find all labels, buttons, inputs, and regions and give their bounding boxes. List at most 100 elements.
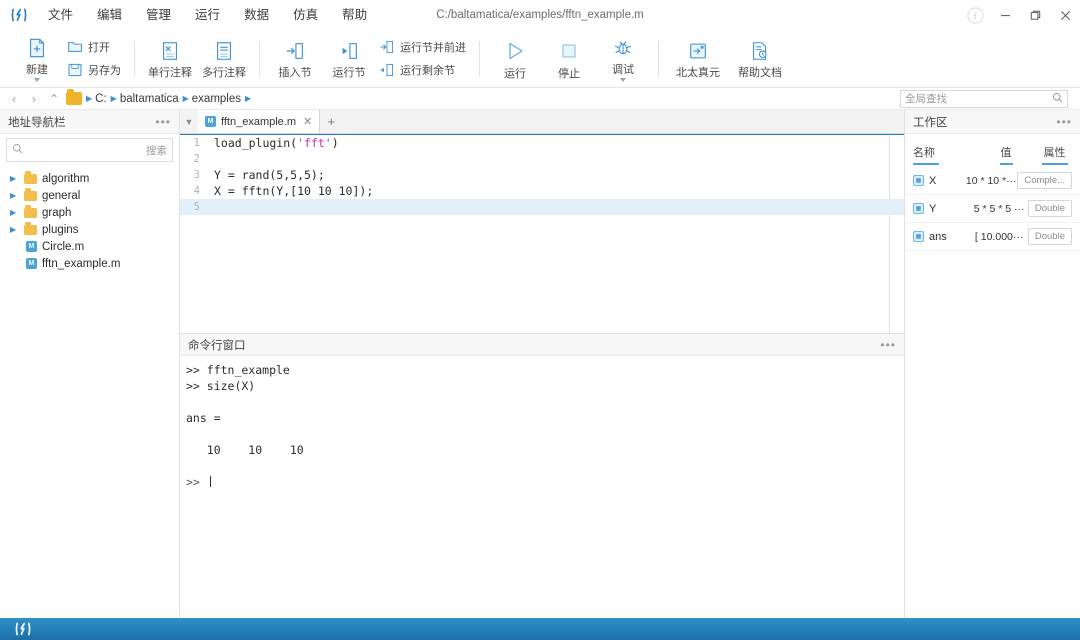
workspace-var-value: 5 * 5 * 5 ··· [970, 203, 1027, 215]
workspace-more-icon[interactable]: ••• [1056, 118, 1072, 126]
m-file-icon: M [26, 258, 37, 269]
tree-item-general[interactable]: ▶ general [0, 187, 179, 204]
up-arrow-icon[interactable]: ⌃ [46, 92, 62, 106]
run-remaining-icon [379, 62, 395, 78]
run-section-button[interactable]: 运行节 [322, 38, 376, 80]
close-icon[interactable]: ✕ [303, 115, 312, 128]
workspace-col-value[interactable]: 值 [975, 144, 1037, 165]
command-line [186, 394, 904, 410]
global-search-placeholder: 全局查找 [905, 91, 1052, 106]
workspace-attr-badge: Double [1028, 200, 1072, 217]
open-button-label: 打开 [88, 39, 110, 55]
insert-section-button[interactable]: 插入节 [268, 38, 322, 80]
breadcrumb-trailing-chevron[interactable]: ▶ [245, 94, 251, 103]
run-remaining-button[interactable]: 运行剩余节 [376, 60, 471, 80]
line-number: 1 [180, 135, 206, 151]
workspace-row[interactable]: ▦ ans [ 10.000··· Double [905, 223, 1080, 251]
open-button[interactable]: 打开 [64, 37, 126, 57]
breadcrumb-segment-examples[interactable]: ▶ examples [183, 93, 241, 105]
baltamatica-button-label: 北太真元 [676, 64, 720, 80]
tree-item-algorithm[interactable]: ▶ algorithm [0, 170, 179, 187]
comment-line-icon [159, 40, 181, 62]
file-tree: ▶ algorithm ▶ general ▶ graph ▶ [0, 164, 179, 272]
column-underline [913, 163, 939, 165]
menu-data[interactable]: 数据 [232, 4, 281, 27]
chevron-right-icon[interactable]: ▶ [10, 174, 19, 183]
code-line-active[interactable]: 5 [180, 199, 904, 215]
run-section-icon [338, 40, 360, 62]
address-bar: ‹ › ⌃ ▶ C: ▶ baltamatica ▶ examples ▶ 全局… [0, 88, 1080, 110]
debug-dropdown-caret-icon[interactable] [620, 78, 626, 82]
column-underline [1042, 163, 1068, 165]
editor-tab-fftn-example[interactable]: M fftn_example.m ✕ [198, 110, 320, 133]
run-button[interactable]: 运行 [488, 37, 542, 81]
new-button-label: 新建 [26, 61, 48, 77]
tree-item-label: fftn_example.m [42, 258, 120, 270]
tab-list-chevron-down-icon[interactable]: ▼ [180, 110, 198, 133]
tree-item-fftn-example-m[interactable]: M fftn_example.m [0, 255, 179, 272]
toolbar-divider [134, 41, 135, 77]
save-as-button[interactable]: 另存为 [64, 60, 126, 80]
stop-button[interactable]: 停止 [542, 37, 596, 81]
command-line [186, 426, 904, 442]
workspace-var-value: [ 10.000··· [970, 231, 1027, 243]
forward-arrow-icon[interactable]: › [26, 92, 42, 106]
back-arrow-icon[interactable]: ‹ [6, 92, 22, 106]
code-line[interactable]: 1 load_plugin('fft') [180, 135, 904, 151]
comment-block-icon [213, 40, 235, 62]
run-section-advance-button[interactable]: 运行节并前进 [376, 37, 471, 57]
tree-item-label: Circle.m [42, 241, 84, 253]
tree-item-graph[interactable]: ▶ graph [0, 204, 179, 221]
debug-button[interactable]: 调试 [596, 35, 650, 82]
tree-item-plugins[interactable]: ▶ plugins [0, 221, 179, 238]
code-editor[interactable]: 1 load_plugin('fft') 2 3 Y = rand(5,5,5)… [180, 134, 904, 333]
close-button[interactable] [1050, 0, 1080, 30]
command-window-output[interactable]: >> fftn_example >> size(X) ans = 10 10 1… [180, 356, 904, 618]
menu-simulate[interactable]: 仿真 [281, 4, 330, 27]
comment-line-button[interactable]: 单行注释 [143, 38, 197, 80]
global-search-input[interactable]: 全局查找 [900, 90, 1068, 108]
menu-manage[interactable]: 管理 [134, 4, 183, 27]
command-line: >> size(X) [186, 378, 904, 394]
menu-file[interactable]: 文件 [36, 4, 85, 27]
file-navigator-more-icon[interactable]: ••• [155, 118, 171, 126]
workspace-col-attr[interactable]: 属性 [1037, 144, 1072, 165]
new-button[interactable]: 新建 [10, 35, 64, 82]
workspace-var-attr-cell: Double [1028, 200, 1072, 217]
code-line[interactable]: 2 [180, 151, 904, 167]
open-folder-icon [67, 39, 83, 55]
baltamatica-button[interactable]: 北太真元 [667, 38, 729, 80]
workspace-col-name-label: 名称 [913, 147, 935, 159]
menu-help[interactable]: 帮助 [330, 4, 379, 27]
file-navigator-title: 地址导航栏 [8, 114, 66, 130]
help-doc-button-label: 帮助文档 [738, 64, 782, 80]
comment-block-button[interactable]: 多行注释 [197, 38, 251, 80]
code-line[interactable]: 3 Y = rand(5,5,5); [180, 167, 904, 183]
command-prompt-active[interactable]: >> [186, 474, 904, 490]
toolbar-divider [259, 41, 260, 77]
tree-item-label: algorithm [42, 173, 89, 185]
comment-block-label: 多行注释 [202, 64, 246, 80]
maximize-button[interactable] [1020, 0, 1050, 30]
workspace-row[interactable]: ▦ X 10 * 10 *··· Comple... [905, 167, 1080, 195]
code-line[interactable]: 4 X = fftn(Y,[10 10 10]); [180, 183, 904, 199]
workspace-row[interactable]: ▦ Y 5 * 5 * 5 ··· Double [905, 195, 1080, 223]
chevron-right-icon[interactable]: ▶ [10, 225, 19, 234]
chevron-right-icon[interactable]: ▶ [10, 191, 19, 200]
file-navigator-header: 地址导航栏 ••• [0, 110, 179, 134]
minimize-button[interactable] [990, 0, 1020, 30]
workspace-var-name: X [929, 175, 936, 187]
new-tab-button[interactable]: + [320, 110, 342, 133]
breadcrumb-segment-drive[interactable]: ▶ C: [86, 93, 107, 105]
help-doc-button[interactable]: 帮助文档 [729, 38, 791, 80]
new-dropdown-caret-icon[interactable] [34, 78, 40, 82]
chevron-right-icon[interactable]: ▶ [10, 208, 19, 217]
command-window-more-icon[interactable]: ••• [880, 341, 896, 349]
menu-run[interactable]: 运行 [183, 4, 232, 27]
workspace-col-name[interactable]: 名称 [913, 144, 975, 165]
workspace-col-attr-label: 属性 [1044, 147, 1066, 159]
breadcrumb-segment-baltamatica[interactable]: ▶ baltamatica [111, 93, 179, 105]
menu-edit[interactable]: 编辑 [85, 4, 134, 27]
tree-item-circle-m[interactable]: M Circle.m [0, 238, 179, 255]
file-search-input[interactable]: 搜索 [6, 138, 173, 162]
